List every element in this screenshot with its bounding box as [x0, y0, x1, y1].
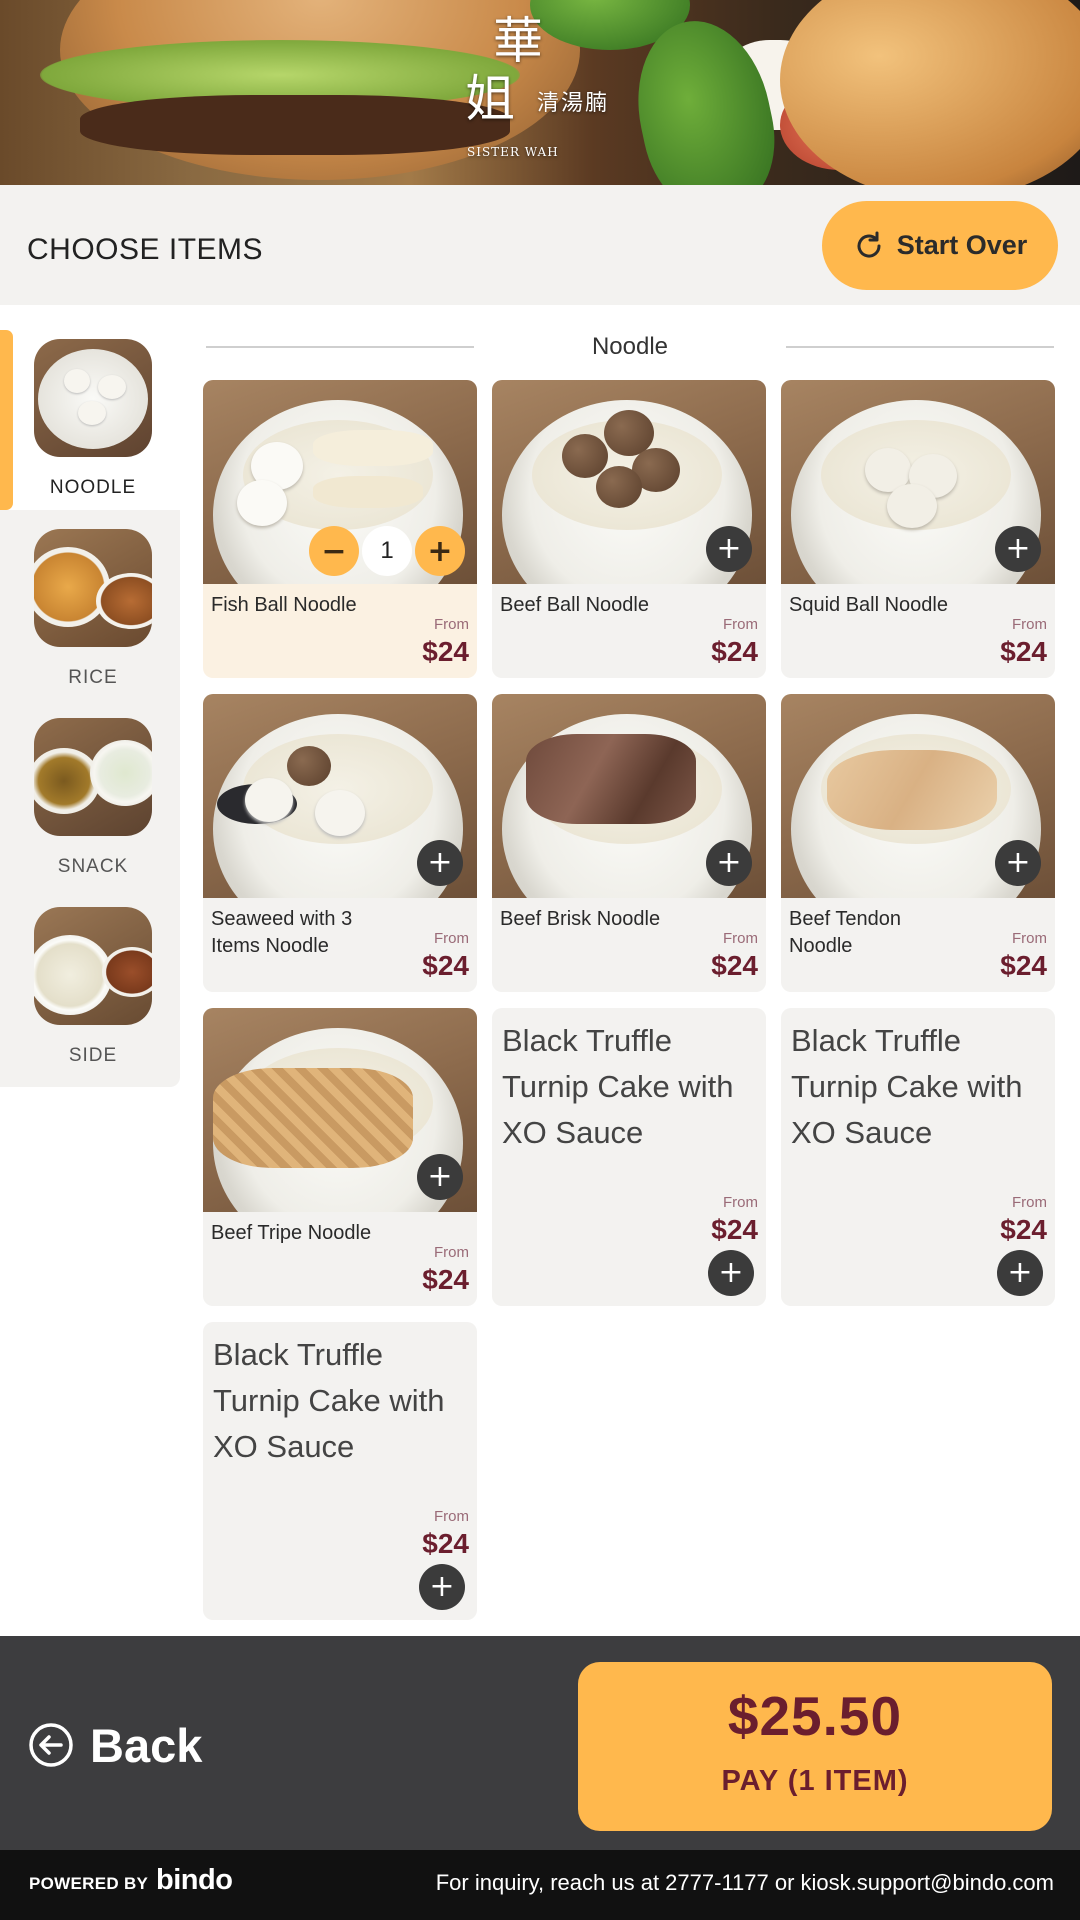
product-photo: +: [203, 1008, 477, 1212]
category-rice-label: RICE: [68, 667, 118, 688]
refresh-icon: [857, 231, 881, 258]
add-to-cart-button[interactable]: +: [417, 840, 463, 886]
price-from-label: From: [434, 930, 469, 947]
price-from-label: From: [723, 930, 758, 947]
category-side[interactable]: SIDE: [34, 907, 152, 1067]
price-from-label: From: [723, 1194, 758, 1211]
product-photo: +: [781, 380, 1055, 584]
product-price: $24: [711, 950, 758, 981]
logo-char-2: 姐: [465, 70, 515, 128]
product-name: Beef Ball Noodle: [500, 594, 649, 616]
price-from-label: From: [723, 616, 758, 633]
logo-subtitle: 清湯腩: [537, 91, 610, 116]
product-photo: +: [203, 694, 477, 898]
product-card-seaweed-3-items-noodle[interactable]: + Seaweed with 3 Items Noodle From $24: [203, 694, 477, 992]
back-arrow-icon: [29, 1723, 73, 1767]
product-price: $24: [711, 636, 758, 667]
product-photo: +: [492, 694, 766, 898]
powered-by-label: POWERED BY: [29, 1874, 149, 1893]
pay-button[interactable]: $25.50 PAY (1 ITEM): [578, 1662, 1052, 1831]
product-card-beef-ball-noodle[interactable]: + Beef Ball Noodle From $24: [492, 380, 766, 678]
product-card-black-truffle-turnip-cake[interactable]: Black Truffle Turnip Cake with XO Sauce …: [203, 1322, 477, 1620]
hero-banner: 華 姐 清湯腩 SISTER WAH: [0, 0, 1080, 185]
product-name: Black Truffle Turnip Cake with XO Sauce: [502, 1023, 734, 1150]
back-label: Back: [90, 1718, 203, 1772]
category-noodle-image: [34, 339, 152, 457]
quantity-stepper: − 1 +: [309, 526, 465, 576]
price-from-label: From: [434, 1244, 469, 1261]
section-divider-right: [786, 346, 1054, 348]
logo-char-1: 華: [493, 12, 543, 70]
product-name: Black Truffle Turnip Cake with XO Sauce: [213, 1337, 445, 1464]
price-from-label: From: [434, 616, 469, 633]
add-to-cart-button[interactable]: +: [419, 1564, 465, 1610]
section-divider-left: [206, 346, 474, 348]
add-to-cart-button[interactable]: +: [706, 840, 752, 886]
price-from-label: From: [1012, 1194, 1047, 1211]
category-rice-image: [34, 529, 152, 647]
start-over-label: Start Over: [896, 230, 1028, 260]
product-price: $24: [422, 636, 469, 667]
pay-label: PAY (1 ITEM): [721, 1765, 909, 1797]
back-button[interactable]: Back: [28, 1710, 202, 1780]
product-price: $24: [711, 1214, 758, 1245]
product-price: $24: [422, 1264, 469, 1295]
page-title: CHOOSE ITEMS: [27, 233, 264, 266]
product-name: Squid Ball Noodle: [789, 594, 948, 616]
category-snack-image: [34, 718, 152, 836]
pay-total-amount: $25.50: [727, 1685, 903, 1747]
category-rice[interactable]: RICE: [34, 529, 152, 689]
product-price: $24: [422, 1528, 469, 1559]
add-to-cart-button[interactable]: +: [995, 840, 1041, 886]
inquiry-text: For inquiry, reach us at 2777-1177 or ki…: [435, 1870, 1054, 1895]
product-name: Black Truffle Turnip Cake with XO Sauce: [791, 1023, 1023, 1150]
product-price: $24: [1000, 950, 1047, 981]
category-side-label: SIDE: [68, 1045, 118, 1066]
product-name: Fish Ball Noodle: [211, 594, 357, 616]
product-card-black-truffle-turnip-cake[interactable]: Black Truffle Turnip Cake with XO Sauce …: [781, 1008, 1055, 1306]
quantity-value: 1: [362, 526, 412, 576]
price-from-label: From: [434, 1508, 469, 1525]
add-to-cart-button[interactable]: +: [706, 526, 752, 572]
category-noodle[interactable]: NOODLE: [34, 339, 152, 499]
logo-english: SISTER WAH: [467, 145, 559, 159]
product-photo: +: [781, 694, 1055, 898]
product-photo: − 1 +: [203, 380, 477, 584]
price-from-label: From: [1012, 616, 1047, 633]
price-from-label: From: [1012, 930, 1047, 947]
product-card-squid-ball-noodle[interactable]: + Squid Ball Noodle From $24: [781, 380, 1055, 678]
section-title: Noodle: [591, 333, 669, 360]
product-photo: +: [492, 380, 766, 584]
product-card-fish-ball-noodle[interactable]: − 1 + Fish Ball Noodle From $24: [203, 380, 477, 678]
product-card-black-truffle-turnip-cake[interactable]: Black Truffle Turnip Cake with XO Sauce …: [492, 1008, 766, 1306]
category-snack-label: SNACK: [57, 856, 129, 877]
add-to-cart-button[interactable]: +: [417, 1154, 463, 1200]
product-name: Seaweed with 3 Items Noodle: [211, 908, 353, 957]
decrease-quantity-button[interactable]: −: [309, 526, 359, 576]
product-name: Beef Tripe Noodle: [211, 1222, 372, 1244]
active-category-indicator: [0, 330, 13, 510]
add-to-cart-button[interactable]: +: [995, 526, 1041, 572]
bindo-logo: bindo: [156, 1864, 233, 1896]
product-card-beef-tripe-noodle[interactable]: + Beef Tripe Noodle From $24: [203, 1008, 477, 1306]
category-side-image: [34, 907, 152, 1025]
add-to-cart-button[interactable]: +: [997, 1250, 1043, 1296]
brand-logo: 華 姐 清湯腩 SISTER WAH: [465, 15, 625, 165]
start-over-button[interactable]: Start Over: [822, 201, 1058, 290]
product-price: $24: [422, 950, 469, 981]
category-noodle-label: NOODLE: [49, 477, 137, 498]
product-price: $24: [1000, 1214, 1047, 1245]
product-price: $24: [1000, 636, 1047, 667]
product-card-beef-brisk-noodle[interactable]: + Beef Brisk Noodle From $24: [492, 694, 766, 992]
product-name: Beef Tendon Noodle: [789, 908, 901, 957]
powered-by-bar: POWERED BY bindo For inquiry, reach us a…: [0, 1850, 1080, 1920]
category-snack[interactable]: SNACK: [34, 718, 152, 878]
product-card-beef-tendon-noodle[interactable]: + Beef Tendon Noodle From $24: [781, 694, 1055, 992]
add-to-cart-button[interactable]: +: [708, 1250, 754, 1296]
product-name: Beef Brisk Noodle: [500, 908, 661, 930]
increase-quantity-button[interactable]: +: [415, 526, 465, 576]
